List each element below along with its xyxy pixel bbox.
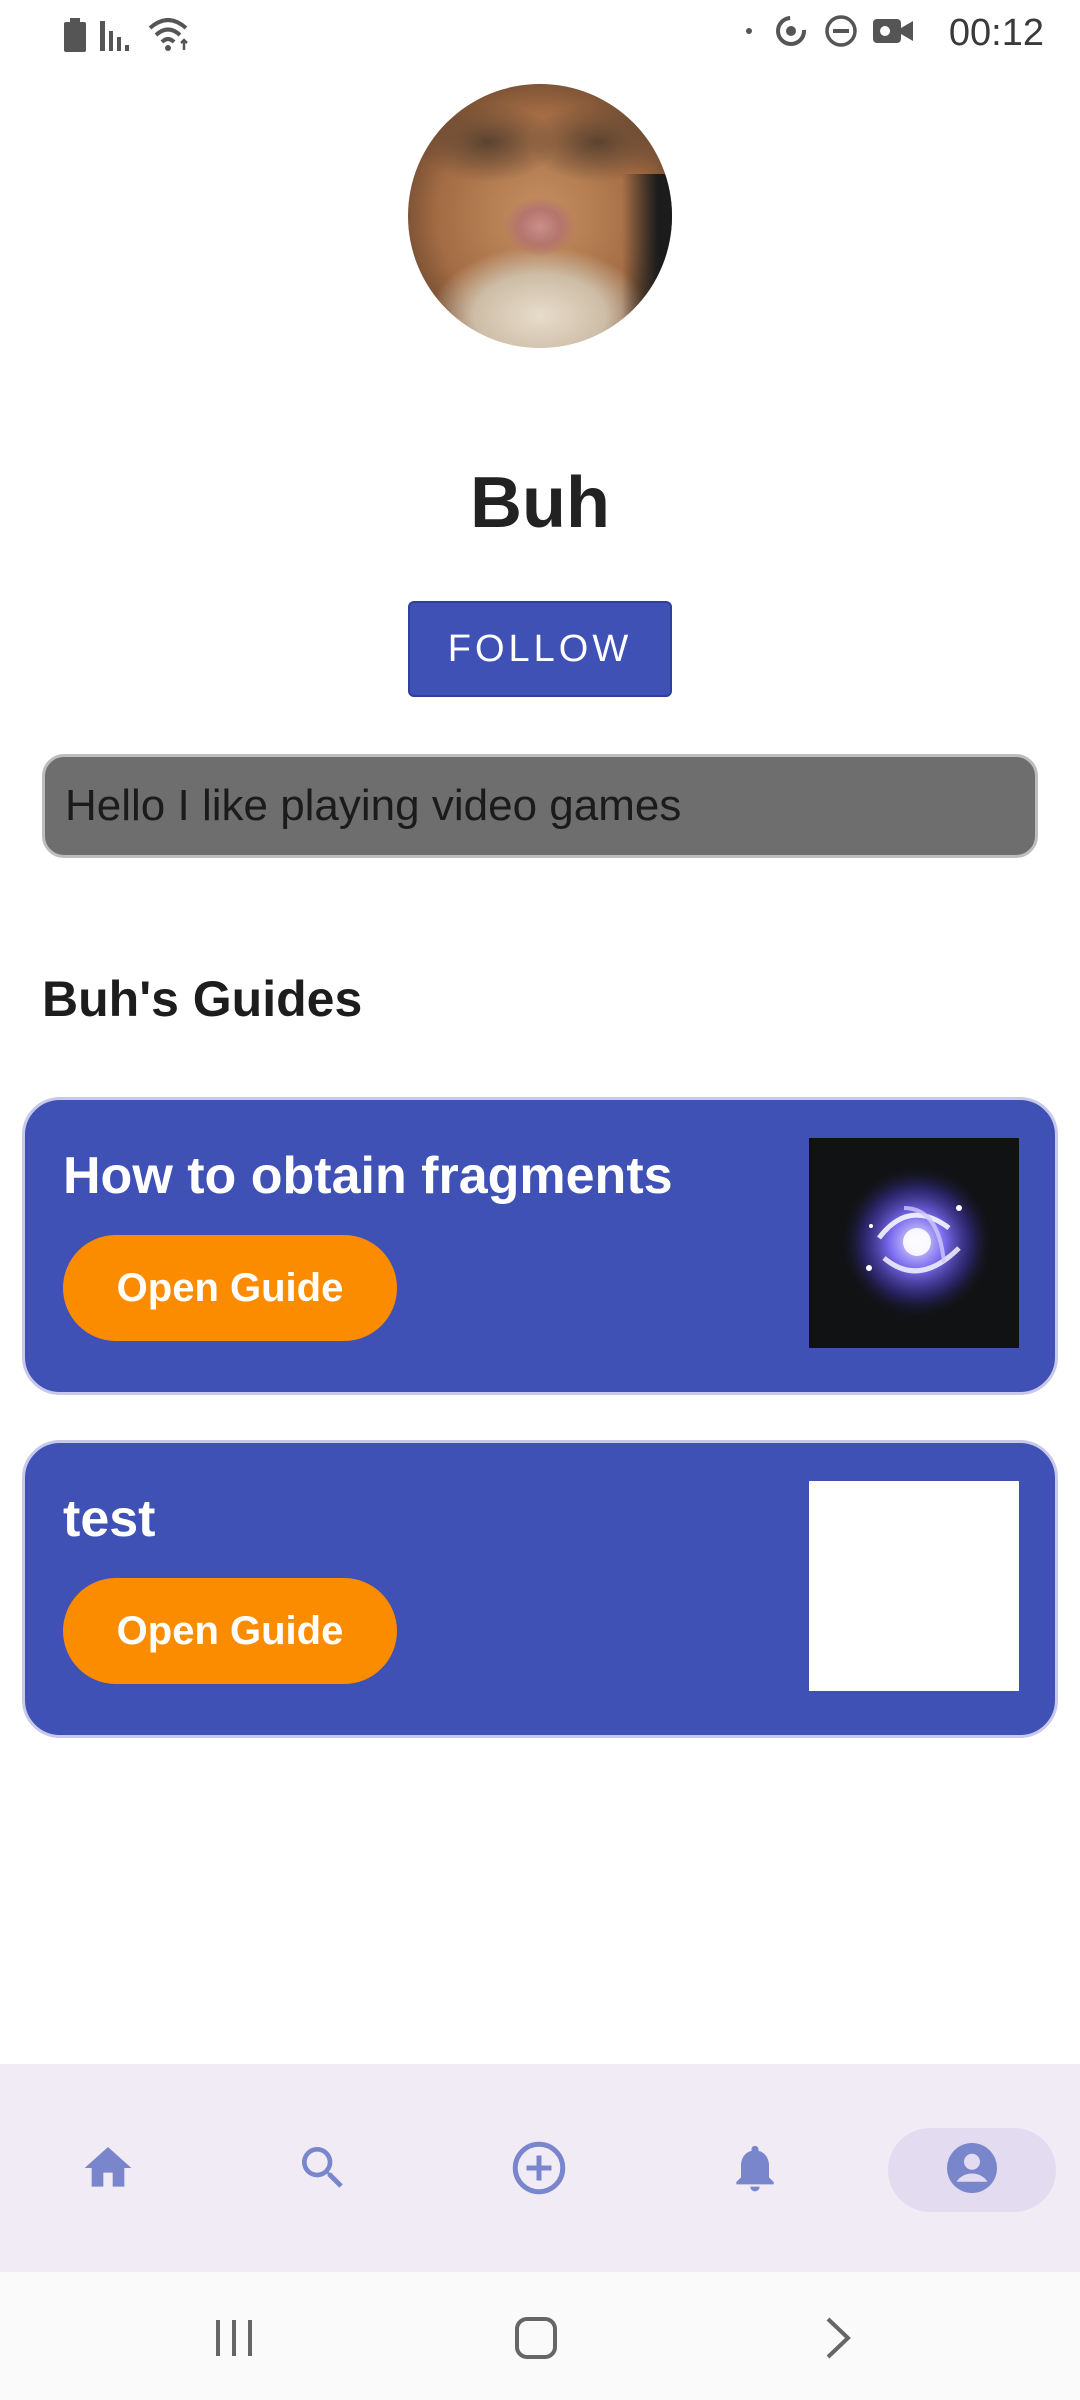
follow-button[interactable]: FOLLOW [408, 601, 672, 697]
bottom-navigation [0, 2064, 1080, 2272]
nav-notifications[interactable] [713, 2126, 797, 2210]
wifi-icon [148, 18, 192, 57]
bio-field: Hello I like playing video games [42, 754, 1038, 858]
home-button[interactable] [506, 2308, 566, 2368]
do-not-disturb-icon [823, 13, 859, 54]
battery-icon [64, 18, 86, 57]
status-left-icons [64, 18, 192, 57]
video-camera-icon [872, 16, 913, 51]
profile-name: Buh [470, 463, 610, 543]
guide-title: How to obtain fragments [63, 1147, 673, 1205]
status-right-icons: 00:12 [739, 12, 1044, 55]
search-icon [302, 2147, 343, 2188]
status-time: 00:12 [948, 12, 1044, 54]
system-navigation-bar [0, 2272, 1080, 2400]
guide-thumbnail [809, 1138, 1019, 1348]
status-bar: 00:12 [0, 0, 1080, 78]
sparkle-fragment-image [839, 1164, 995, 1320]
guides-section-title: Buh's Guides [42, 971, 363, 1027]
home-icon [84, 2147, 132, 2187]
open-guide-button[interactable]: Open Guide [63, 1235, 397, 1341]
dot-icon [739, 21, 759, 46]
avatar[interactable] [408, 84, 672, 348]
recents-button[interactable] [204, 2308, 264, 2368]
sync-icon [773, 13, 809, 54]
guide-card: How to obtain fragments Open Guide [22, 1097, 1058, 1395]
open-guide-button[interactable]: Open Guide [63, 1578, 397, 1684]
account-icon [947, 2143, 997, 2193]
nav-home[interactable] [66, 2126, 150, 2210]
guide-card: test Open Guide [22, 1440, 1058, 1738]
bio-text: Hello I like playing video games [65, 781, 682, 830]
add-circle-icon [512, 2141, 566, 2195]
back-icon [826, 2317, 851, 2359]
bell-icon [736, 2145, 774, 2192]
nav-search[interactable] [281, 2126, 365, 2210]
recents-icon [216, 2320, 252, 2356]
signal-icon [100, 19, 134, 56]
nav-profile[interactable] [930, 2126, 1014, 2210]
guide-title: test [63, 1490, 156, 1548]
guide-thumbnail [809, 1481, 1019, 1691]
back-button[interactable] [808, 2308, 868, 2368]
nav-add[interactable] [497, 2126, 581, 2210]
home-button-icon [515, 2317, 557, 2359]
